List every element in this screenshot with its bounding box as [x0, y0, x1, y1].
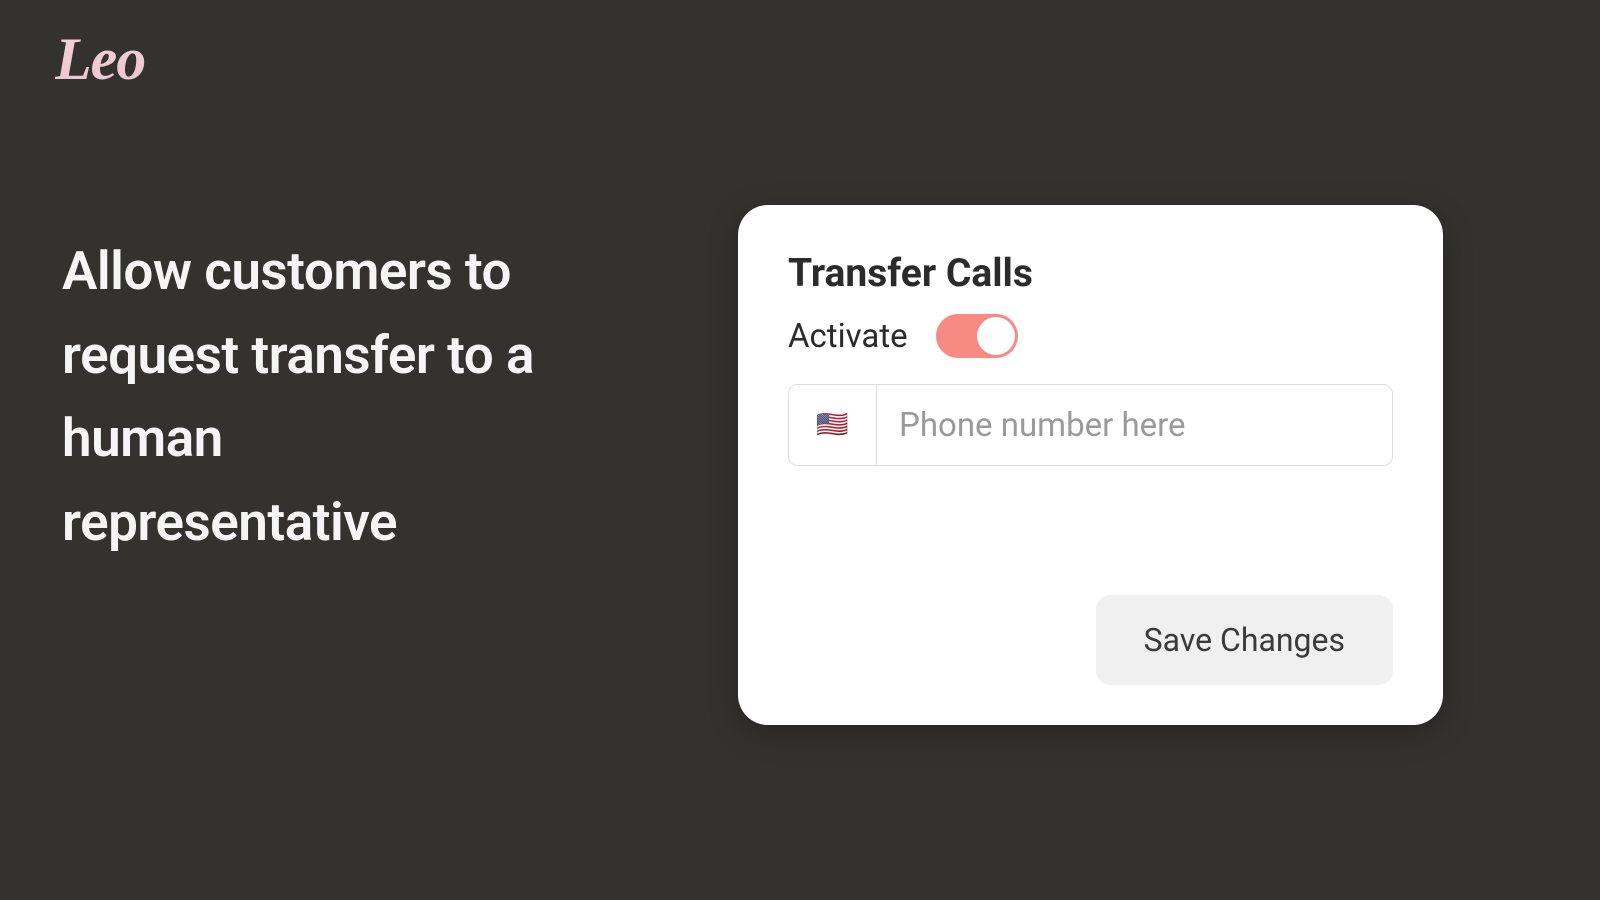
phone-field: 🇺🇸 — [788, 384, 1393, 466]
phone-number-input[interactable] — [877, 385, 1392, 465]
save-changes-button[interactable]: Save Changes — [1096, 595, 1393, 685]
transfer-calls-card: Transfer Calls Activate 🇺🇸 Save Changes — [738, 205, 1443, 725]
card-footer: Save Changes — [788, 595, 1393, 685]
card-title: Transfer Calls — [788, 250, 1393, 296]
activate-label: Activate — [788, 317, 908, 356]
toggle-knob-icon — [977, 317, 1015, 355]
activate-toggle[interactable] — [936, 314, 1018, 358]
country-selector[interactable]: 🇺🇸 — [789, 385, 877, 465]
us-flag-icon: 🇺🇸 — [816, 410, 848, 440]
activate-row: Activate — [788, 314, 1393, 358]
page-headline: Allow customers to request transfer to a… — [62, 230, 562, 565]
brand-logo: Leo — [55, 25, 145, 94]
